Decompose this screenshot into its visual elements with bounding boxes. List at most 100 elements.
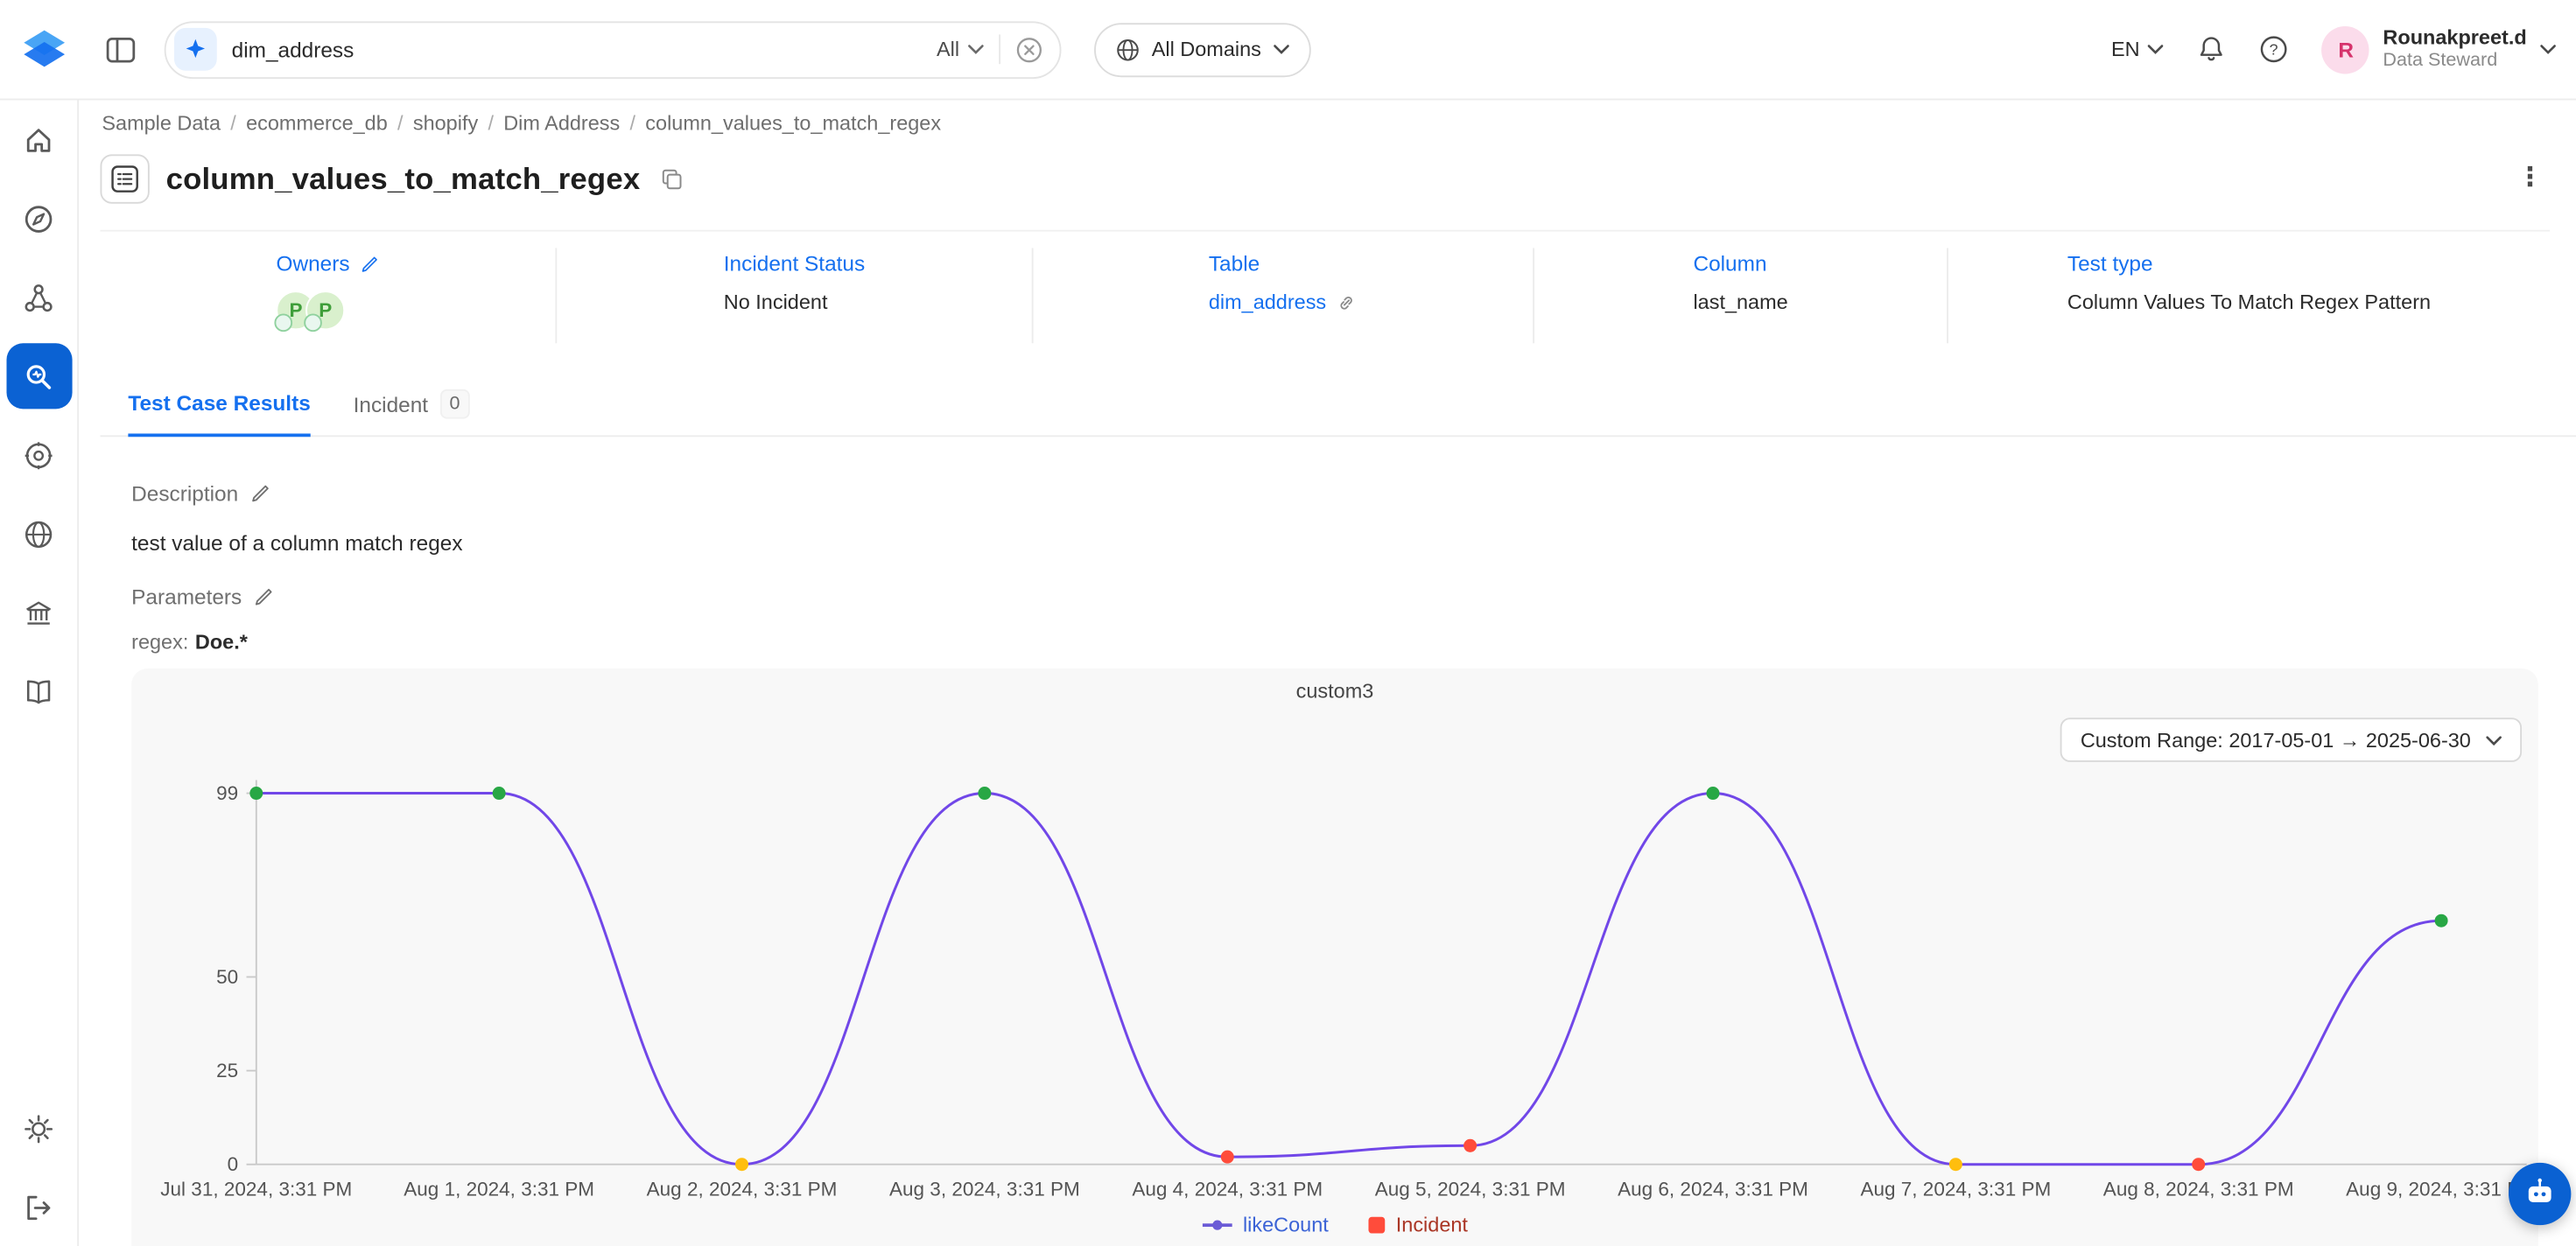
test-case-icon <box>100 154 149 203</box>
chart-legend: likeCount Incident <box>131 1214 2538 1236</box>
govern-bank-icon <box>23 597 54 628</box>
column-label: Column <box>1693 251 1766 276</box>
settings-gear-icon <box>23 1113 54 1144</box>
divider <box>999 34 1000 64</box>
logo-icon <box>18 23 71 75</box>
domains-dropdown[interactable]: All Domains <box>1094 22 1310 76</box>
parameters-label: Parameters <box>131 584 242 609</box>
breadcrumb-separator: / <box>488 112 494 135</box>
svg-text:0: 0 <box>228 1153 239 1175</box>
summary-incident-status: Incident Status No Incident <box>557 248 1033 343</box>
sidebar-collapse-icon[interactable] <box>99 28 142 71</box>
user-menu[interactable]: R Rounakpreet.d Data Steward <box>2322 25 2556 73</box>
help-icon[interactable]: ? <box>2260 34 2290 64</box>
column-value: last_name <box>1693 290 1787 313</box>
square-marker-icon <box>1368 1217 1385 1234</box>
svg-text:25: 25 <box>216 1060 238 1082</box>
svg-text:Aug 7, 2024, 3:31 PM: Aug 7, 2024, 3:31 PM <box>1860 1178 2051 1200</box>
legend-label: Incident <box>1396 1214 1468 1236</box>
breadcrumb-separator: / <box>230 112 236 135</box>
table-label: Table <box>1209 251 1260 276</box>
clear-search-icon[interactable] <box>1015 35 1043 63</box>
breadcrumb-item[interactable]: shopify <box>413 112 478 135</box>
network-icon <box>23 282 54 313</box>
external-link-icon <box>1336 291 1357 312</box>
breadcrumb-item[interactable]: Sample Data <box>102 112 221 135</box>
sidebar-item-settings[interactable] <box>0 1088 78 1167</box>
sidebar-item-domains[interactable] <box>0 494 78 573</box>
tab-label: Test Case Results <box>128 391 310 416</box>
date-range-dropdown[interactable]: Custom Range: 2017-05-01 → 2025-06-30 <box>2060 718 2522 762</box>
description-label: Description <box>131 481 238 506</box>
table-link-text: dim_address <box>1209 290 1326 313</box>
test-result-chart-card: custom3 Custom Range: 2017-05-01 → 2025-… <box>131 668 2538 1246</box>
active-nav-highlight <box>6 343 72 409</box>
legend-item-likecount[interactable]: likeCount <box>1202 1214 1329 1236</box>
chat-assistant-button[interactable] <box>2509 1163 2571 1225</box>
more-options-kebab-icon[interactable]: ⋮ <box>2510 163 2550 196</box>
sidebar-item-incident-manager[interactable] <box>0 416 78 494</box>
chevron-down-icon <box>968 45 985 54</box>
notifications-bell-icon[interactable] <box>2197 34 2227 64</box>
sidebar-item-explore[interactable] <box>0 179 78 258</box>
table-link[interactable]: dim_address <box>1209 290 1358 313</box>
svg-text:Aug 3, 2024, 3:31 PM: Aug 3, 2024, 3:31 PM <box>889 1178 1080 1200</box>
tab-test-case-results[interactable]: Test Case Results <box>128 380 310 438</box>
sidebar-item-glossary[interactable] <box>0 652 78 731</box>
language-dropdown[interactable]: EN <box>2111 38 2165 60</box>
top-bar: All All Domains EN ? <box>0 0 2576 100</box>
summary-table: Table dim_address <box>1034 248 1534 343</box>
owner-avatar[interactable]: P <box>305 290 345 330</box>
sidebar-item-observability[interactable] <box>0 337 78 416</box>
sidebar-item-govern[interactable] <box>0 573 78 652</box>
chevron-down-icon <box>2540 45 2557 54</box>
test-type-label: Test type <box>2067 251 2153 276</box>
summary-test-type: Test type Column Values To Match Regex P… <box>1948 248 2550 343</box>
breadcrumb-item[interactable]: Dim Address <box>503 112 620 135</box>
edit-parameters-icon[interactable] <box>253 586 274 607</box>
tab-label: Incident <box>354 392 428 416</box>
search-input[interactable] <box>232 37 922 61</box>
date-range-label: Custom Range: 2017-05-01 → 2025-06-30 <box>2081 728 2471 751</box>
openmetadata-logo[interactable] <box>17 21 73 77</box>
incident-status-value: No Incident <box>724 290 828 313</box>
legend-item-incident[interactable]: Incident <box>1368 1214 1468 1236</box>
svg-text:Jul 31, 2024, 3:31 PM: Jul 31, 2024, 3:31 PM <box>160 1178 352 1200</box>
copy-icon[interactable] <box>660 167 683 190</box>
topbar-right: EN ? R Rounakpreet.d Data Steward <box>2111 25 2556 73</box>
svg-text:99: 99 <box>216 782 238 804</box>
owners-label: Owners <box>276 251 349 276</box>
breadcrumb-separator: / <box>397 112 404 135</box>
search-scope-label: All <box>937 38 959 60</box>
breadcrumb: Sample Data / ecommerce_db / shopify / Dim … <box>81 100 2576 134</box>
svg-text:Aug 1, 2024, 3:31 PM: Aug 1, 2024, 3:31 PM <box>404 1178 594 1200</box>
main-content: Sample Data / ecommerce_db / shopify / Dim … <box>81 100 2576 1246</box>
legend-label: likeCount <box>1243 1214 1329 1236</box>
svg-text:Aug 2, 2024, 3:31 PM: Aug 2, 2024, 3:31 PM <box>647 1178 838 1200</box>
ai-search-icon <box>174 28 217 71</box>
summary-strip: Owners P P Incident Status No Incident <box>100 230 2549 354</box>
title-row: column_values_to_match_regex ⋮ <box>100 154 2549 203</box>
breadcrumb-item[interactable]: ecommerce_db <box>246 112 388 135</box>
svg-text:Aug 6, 2024, 3:31 PM: Aug 6, 2024, 3:31 PM <box>1618 1178 1808 1200</box>
summary-owners: Owners P P <box>100 248 557 343</box>
chevron-down-icon <box>2148 45 2165 54</box>
glossary-book-icon <box>23 676 54 707</box>
sidebar-item-logout[interactable] <box>0 1167 78 1246</box>
observability-icon <box>23 360 54 392</box>
parameter-key: regex: <box>131 631 188 654</box>
sidebar-item-home[interactable] <box>0 100 78 178</box>
svg-text:50: 50 <box>216 966 238 988</box>
sidebar-item-data-assets[interactable] <box>0 258 78 337</box>
user-name: Rounakpreet.d <box>2383 26 2526 50</box>
chevron-down-icon <box>2486 735 2502 745</box>
edit-description-icon[interactable] <box>249 483 270 504</box>
global-search[interactable]: All <box>165 20 1062 78</box>
svg-text:Aug 8, 2024, 3:31 PM: Aug 8, 2024, 3:31 PM <box>2103 1178 2294 1200</box>
left-sidebar <box>0 100 79 1246</box>
svg-text:Aug 5, 2024, 3:31 PM: Aug 5, 2024, 3:31 PM <box>1375 1178 1566 1200</box>
tab-incident[interactable]: Incident 0 <box>354 380 470 436</box>
search-scope-dropdown[interactable]: All <box>937 38 984 60</box>
edit-owners-icon[interactable] <box>360 254 380 274</box>
parameter-row: regex:Doe.* <box>131 631 2538 654</box>
